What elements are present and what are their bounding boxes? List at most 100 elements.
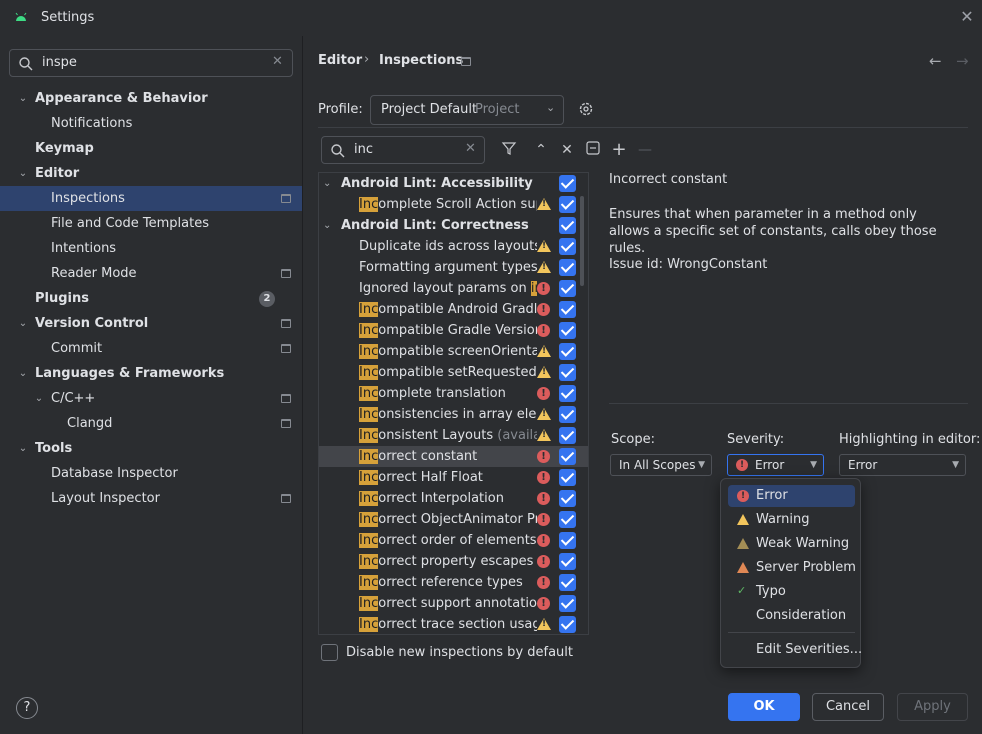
severity-option-error[interactable]: Error xyxy=(728,485,855,507)
inspection-enabled-checkbox[interactable] xyxy=(559,490,576,507)
inspection-enabled-checkbox[interactable] xyxy=(559,364,576,381)
inspection-enabled-checkbox[interactable] xyxy=(559,301,576,318)
sidebar-item-intentions[interactable]: Intentions xyxy=(0,236,302,261)
clear-search-icon[interactable]: ✕ xyxy=(272,54,283,69)
sidebar-item-version-control[interactable]: ⌄ Version Control xyxy=(0,311,302,336)
inspection-enabled-checkbox[interactable] xyxy=(559,385,576,402)
chevron-down-icon[interactable]: ⌄ xyxy=(17,436,29,461)
sidebar-item-plugins[interactable]: Plugins 2 xyxy=(0,286,302,311)
inspection-enabled-checkbox[interactable] xyxy=(559,322,576,339)
inspection-row[interactable]: Incompatible Gradle Versions xyxy=(319,320,588,341)
breadcrumb-parent[interactable]: Editor xyxy=(318,53,362,68)
sidebar-item-languages-frameworks[interactable]: ⌄ Languages & Frameworks xyxy=(0,361,302,386)
inspection-row[interactable]: Formatting argument types in xyxy=(319,257,588,278)
back-arrow-icon[interactable]: ← xyxy=(929,52,942,70)
filter-funnel-icon[interactable] xyxy=(499,140,519,160)
sidebar-item-commit[interactable]: Commit xyxy=(0,336,302,361)
expand-all-icon[interactable]: ⌃ xyxy=(531,140,551,160)
scope-dropdown[interactable]: In All Scopes ▼ xyxy=(610,454,712,476)
chevron-down-icon[interactable]: ⌄ xyxy=(323,215,331,236)
inspection-enabled-checkbox[interactable] xyxy=(559,280,576,297)
inspection-enabled-checkbox[interactable] xyxy=(559,469,576,486)
inspection-row[interactable]: Incorrect trace section usage xyxy=(319,614,588,634)
sidebar-item-layout-inspector[interactable]: Layout Inspector xyxy=(0,486,302,511)
inspection-row[interactable]: Incorrect constant xyxy=(319,446,588,467)
inspection-enabled-checkbox[interactable] xyxy=(559,616,576,633)
inspection-enabled-checkbox[interactable] xyxy=(559,406,576,423)
inspection-enabled-checkbox[interactable] xyxy=(559,217,576,234)
inspection-enabled-checkbox[interactable] xyxy=(559,448,576,465)
chevron-down-icon[interactable]: ⌄ xyxy=(17,161,29,186)
sidebar-item-file-and-code-templates[interactable]: File and Code Templates xyxy=(0,211,302,236)
sidebar-item-tools[interactable]: ⌄ Tools xyxy=(0,436,302,461)
edit-severities-menu-item[interactable]: Edit Severities... xyxy=(728,639,862,661)
chevron-down-icon[interactable]: ⌄ xyxy=(17,86,29,111)
inspection-filter-input[interactable]: inc ✕ xyxy=(321,136,485,164)
severity-option-warning[interactable]: Warning xyxy=(728,509,855,531)
sidebar-item-keymap[interactable]: Keymap xyxy=(0,136,302,161)
inspection-row[interactable]: Incorrect support annotation u xyxy=(319,593,588,614)
chevron-down-icon[interactable]: ⌄ xyxy=(33,386,45,411)
highlighting-dropdown[interactable]: Error ▼ xyxy=(839,454,966,476)
severity-option-server-problem[interactable]: Server Problem xyxy=(728,557,856,579)
apply-button[interactable]: Apply xyxy=(897,693,968,721)
ok-button[interactable]: OK xyxy=(728,693,800,721)
sidebar-item-editor[interactable]: ⌄ Editor xyxy=(0,161,302,186)
severity-option-typo[interactable]: ✓ Typo xyxy=(728,581,855,603)
inspection-enabled-checkbox[interactable] xyxy=(559,532,576,549)
inspection-row[interactable]: Incompatible screenOrientatic xyxy=(319,341,588,362)
sidebar-item-c-c-[interactable]: ⌄ C/C++ xyxy=(0,386,302,411)
inspection-row[interactable]: Inconsistencies in array eleme xyxy=(319,404,588,425)
inspection-enabled-checkbox[interactable] xyxy=(559,259,576,276)
severity-option-consideration[interactable]: Consideration xyxy=(728,605,855,627)
remove-icon[interactable]: — xyxy=(635,140,655,160)
chevron-down-icon[interactable]: ⌄ xyxy=(323,173,331,194)
help-button[interactable]: ? xyxy=(16,697,38,719)
severity-dropdown[interactable]: Error ▼ xyxy=(727,454,824,476)
inspection-row[interactable]: Incorrect reference types xyxy=(319,572,588,593)
sidebar-item-database-inspector[interactable]: Database Inspector xyxy=(0,461,302,486)
inspection-row[interactable]: Incorrect ObjectAnimator Prop xyxy=(319,509,588,530)
disable-new-inspections-label[interactable]: Disable new inspections by default xyxy=(346,645,573,660)
inspection-enabled-checkbox[interactable] xyxy=(559,238,576,255)
inspection-row[interactable]: Incompatible Android Gradle xyxy=(319,299,588,320)
inspection-group[interactable]: ⌄ Android Lint: Accessibility xyxy=(319,173,588,194)
inspection-enabled-checkbox[interactable] xyxy=(559,427,576,444)
inspection-enabled-checkbox[interactable] xyxy=(559,196,576,213)
chevron-down-icon[interactable]: ⌄ xyxy=(17,361,29,386)
inspection-enabled-checkbox[interactable] xyxy=(559,343,576,360)
inspection-row[interactable]: Incorrect property escapes xyxy=(319,551,588,572)
gear-icon[interactable] xyxy=(577,100,595,118)
inspection-row[interactable]: Incorrect Half Float xyxy=(319,467,588,488)
cancel-button[interactable]: Cancel xyxy=(812,693,884,721)
sidebar-item-clangd[interactable]: Clangd xyxy=(0,411,302,436)
inspection-enabled-checkbox[interactable] xyxy=(559,175,576,192)
scrollbar-thumb[interactable] xyxy=(580,196,584,286)
reset-to-default-icon[interactable] xyxy=(583,140,603,160)
sidebar-item-inspections[interactable]: Inspections xyxy=(0,186,302,211)
clear-filter-icon[interactable]: ✕ xyxy=(465,141,476,156)
inspection-row[interactable]: Incompatible setRequestedOr xyxy=(319,362,588,383)
forward-arrow-icon[interactable]: → xyxy=(956,52,969,70)
inspection-row[interactable]: Ignored layout params on inc xyxy=(319,278,588,299)
disable-new-inspections-checkbox[interactable] xyxy=(321,644,338,661)
inspection-row[interactable]: Inconsistent Layouts (available xyxy=(319,425,588,446)
sidebar-item-appearance-behavior[interactable]: ⌄ Appearance & Behavior xyxy=(0,86,302,111)
inspection-enabled-checkbox[interactable] xyxy=(559,511,576,528)
collapse-all-icon[interactable]: ✕ xyxy=(557,140,577,160)
inspection-group[interactable]: ⌄ Android Lint: Correctness xyxy=(319,215,588,236)
sidebar-item-reader-mode[interactable]: Reader Mode xyxy=(0,261,302,286)
add-icon[interactable]: + xyxy=(609,140,629,160)
sidebar-item-notifications[interactable]: Notifications xyxy=(0,111,302,136)
close-icon[interactable]: ✕ xyxy=(958,8,976,26)
inspection-row[interactable]: Incomplete Scroll Action supp xyxy=(319,194,588,215)
inspection-row[interactable]: Incomplete translation xyxy=(319,383,588,404)
inspection-enabled-checkbox[interactable] xyxy=(559,574,576,591)
inspection-row[interactable]: Incorrect order of elements in xyxy=(319,530,588,551)
profile-dropdown[interactable]: Project Default Project ⌄ xyxy=(370,95,564,125)
inspection-enabled-checkbox[interactable] xyxy=(559,595,576,612)
settings-search-input[interactable]: inspe ✕ xyxy=(9,49,293,77)
severity-option-weak-warning[interactable]: Weak Warning xyxy=(728,533,855,555)
inspection-enabled-checkbox[interactable] xyxy=(559,553,576,570)
chevron-down-icon[interactable]: ⌄ xyxy=(17,311,29,336)
